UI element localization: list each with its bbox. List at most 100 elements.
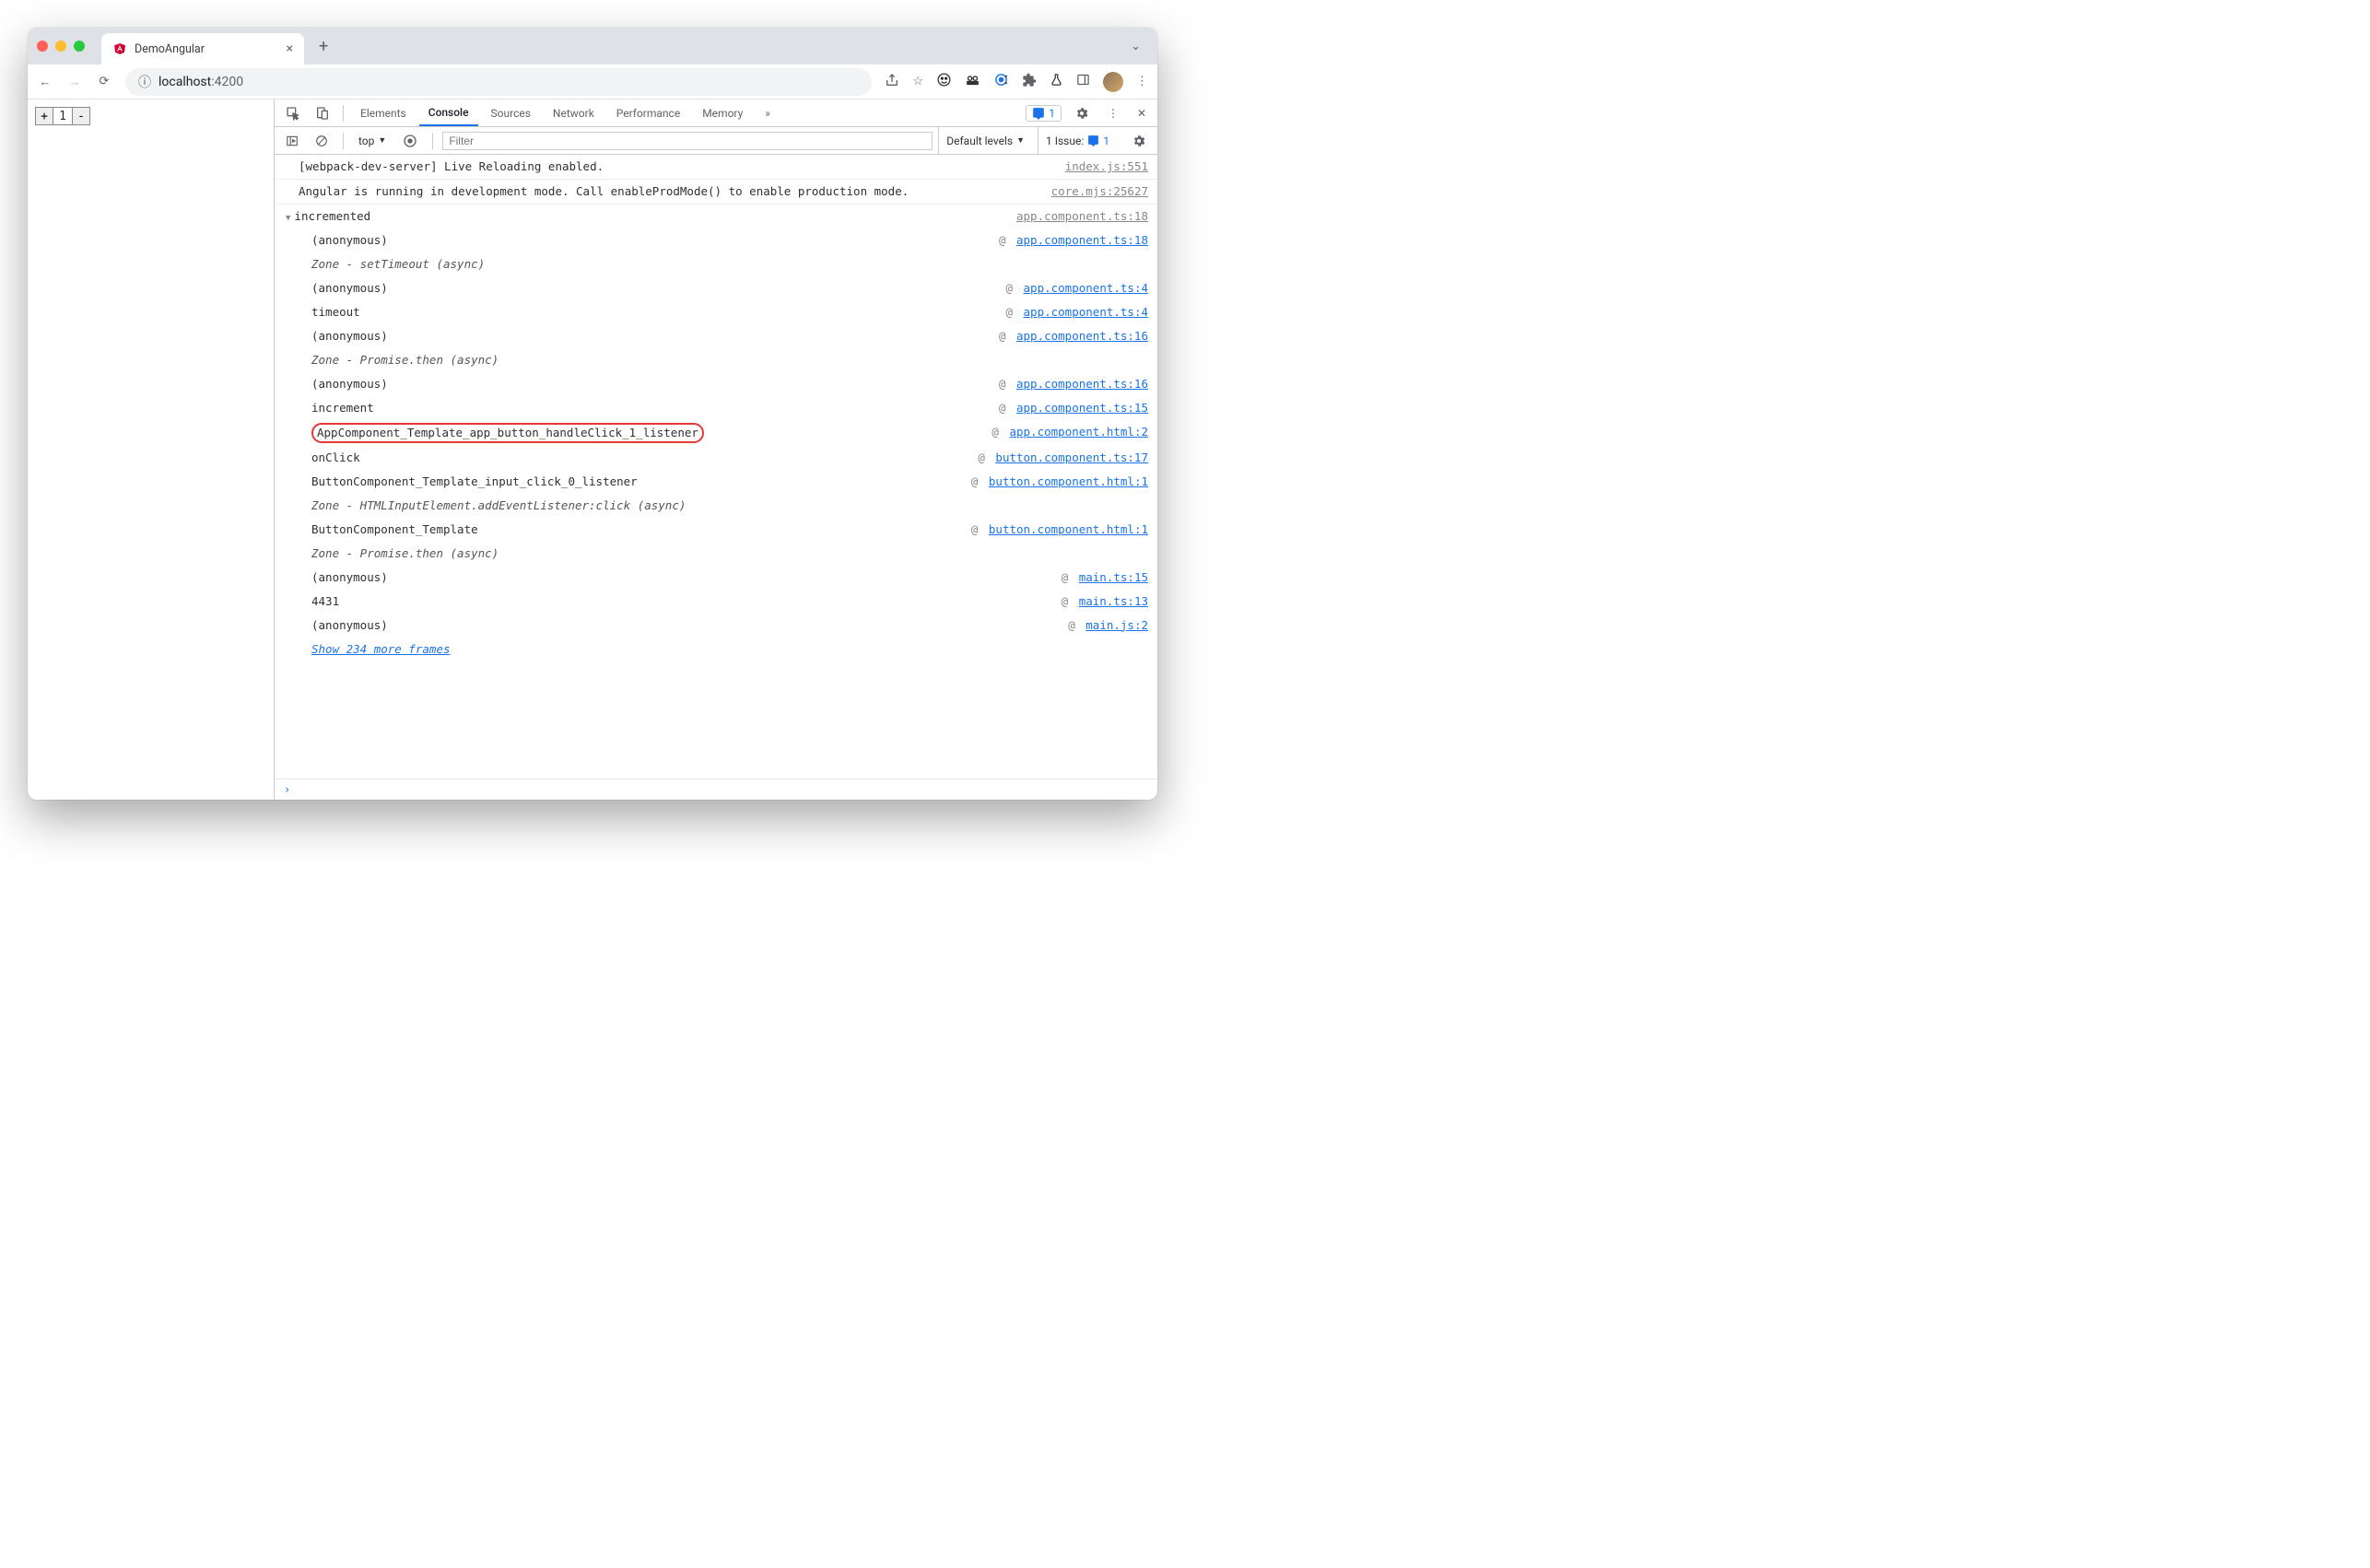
stack-frame: (anonymous) [311,327,999,345]
source-link[interactable]: app.component.html:2 [1009,425,1148,439]
source-link[interactable]: app.component.ts:18 [1016,233,1148,247]
close-tab-button[interactable]: × [287,41,293,56]
counter-value: 1 [53,107,72,125]
console-row: Zone - HTMLInputElement.addEventListener… [275,494,1157,518]
back-button[interactable]: ← [37,75,53,89]
source-link[interactable]: index.js:551 [1065,159,1148,173]
browser-toolbar: ← → ⟳ ⓘ localhost:4200 ☆ [28,64,1157,99]
reload-button[interactable]: ⟳ [96,75,112,88]
console-settings-gear-icon[interactable] [1126,130,1152,152]
profile-avatar[interactable] [1103,72,1123,92]
extension-icon-panel[interactable] [1076,73,1090,90]
tab-strip: DemoAngular × + ⌄ [28,28,1157,64]
close-window-button[interactable] [37,41,48,52]
browser-tab[interactable]: DemoAngular × [101,33,304,64]
log-levels-selector[interactable]: Default levels ▼ [938,127,1032,154]
source-link[interactable]: main.ts:15 [1079,570,1148,584]
device-toolbar-icon[interactable] [310,102,335,124]
stack-frame: ButtonComponent_Template_input_click_0_l… [311,473,971,491]
tab-title: DemoAngular [135,42,205,56]
console-sidebar-toggle-icon[interactable] [280,131,304,151]
console-row: (anonymous)@ app.component.ts:18 [275,228,1157,252]
devtools-menu-icon[interactable]: ⋮ [1102,103,1124,123]
extension-icon-labs[interactable] [1050,73,1063,90]
execution-context-selector[interactable]: top ▼ [353,133,392,149]
tab-elements[interactable]: Elements [351,101,416,125]
tab-sources[interactable]: Sources [482,101,540,125]
issues-badge[interactable]: 1 [1026,105,1062,122]
console-row: ButtonComponent_Template_input_click_0_l… [275,470,1157,494]
source-link[interactable]: app.component.ts:16 [1016,329,1148,343]
clear-console-icon[interactable] [310,131,334,151]
console-toolbar: top ▼ Default levels ▼ 1 Issue: 1 [275,127,1157,155]
live-expression-icon[interactable] [397,130,423,152]
tab-memory[interactable]: Memory [693,101,752,125]
stack-frame: (anonymous) [311,568,1062,587]
stack-frame: (anonymous) [311,616,1068,635]
stack-frame: onClick [311,449,978,467]
source-link[interactable]: main.js:2 [1085,618,1148,632]
stack-frame: (anonymous) [311,279,1005,298]
extension-icon-1[interactable] [936,72,952,91]
stack-frame: (anonymous) [311,375,999,393]
source-link[interactable]: app.component.ts:18 [1016,209,1148,223]
source-link[interactable]: core.mjs:25627 [1051,184,1148,198]
source-link[interactable]: app.component.ts:16 [1016,377,1148,391]
tab-more[interactable]: » [756,101,780,125]
bookmark-star-icon[interactable]: ☆ [912,75,923,88]
stack-frame: [webpack-dev-server] Live Reloading enab… [299,158,1065,176]
source-link[interactable]: app.component.ts:4 [1024,281,1148,295]
issues-count: 1 [1049,107,1055,120]
stack-frame: timeout [311,303,1005,322]
console-row: (anonymous)@ main.ts:15 [275,566,1157,590]
close-devtools-button[interactable]: ✕ [1132,103,1152,123]
minimize-window-button[interactable] [55,41,66,52]
window-controls [37,41,85,52]
at-symbol: @ [1005,305,1019,319]
url-port: :4200 [211,75,243,89]
increment-button[interactable]: + [35,107,53,125]
extension-icon-2[interactable] [965,72,980,91]
issues-link[interactable]: 1 Issue: 1 [1038,127,1117,154]
console-row: Zone - setTimeout (async) [275,252,1157,276]
new-tab-button[interactable]: + [311,37,335,56]
zone-frame: Zone - HTMLInputElement.addEventListener… [311,497,1148,515]
console-row: incrementedapp.component.ts:18 [275,205,1157,228]
browser-menu-icon[interactable]: ⋮ [1136,75,1148,88]
share-icon[interactable] [885,73,899,91]
settings-gear-icon[interactable] [1069,102,1095,124]
tab-network[interactable]: Network [544,101,604,125]
console-row: increment@ app.component.ts:15 [275,396,1157,420]
source-link[interactable]: app.component.ts:15 [1016,401,1148,415]
tab-performance[interactable]: Performance [607,101,689,125]
console-prompt[interactable]: › [275,778,1157,800]
forward-button[interactable]: → [66,75,83,89]
at-symbol: @ [999,377,1013,391]
tab-console[interactable]: Console [419,100,478,126]
console-row: onClick@ button.component.ts:17 [275,446,1157,470]
console-filter-input[interactable] [442,132,933,150]
stack-frame: ButtonComponent_Template [311,521,971,539]
at-symbol: @ [991,425,1005,439]
stack-frame: (anonymous) [311,231,999,250]
source-link[interactable]: app.component.ts:4 [1024,305,1148,319]
console-row: Zone - Promise.then (async) [275,348,1157,372]
maximize-window-button[interactable] [74,41,85,52]
source-link[interactable]: button.component.html:1 [989,522,1148,536]
console-row: Show 234 more frames [275,638,1157,661]
page-viewport: + 1 - [28,99,275,800]
source-link[interactable]: button.component.ts:17 [995,451,1148,464]
extension-icon-3[interactable] [993,72,1009,91]
tabs-chevron-icon[interactable]: ⌄ [1123,40,1148,53]
decrement-button[interactable]: - [72,107,90,125]
inspect-element-icon[interactable] [280,102,306,124]
show-more-link[interactable]: Show 234 more frames [311,640,1148,659]
source-link[interactable]: main.ts:13 [1079,594,1148,608]
console-row: Angular is running in development mode. … [275,180,1157,205]
address-bar[interactable]: ⓘ localhost:4200 [125,68,872,96]
extensions-puzzle-icon[interactable] [1022,73,1037,91]
source-link[interactable]: button.component.html:1 [989,474,1148,488]
stack-frame: incremented [299,207,1016,226]
at-symbol: @ [999,233,1013,247]
at-symbol: @ [999,401,1013,415]
